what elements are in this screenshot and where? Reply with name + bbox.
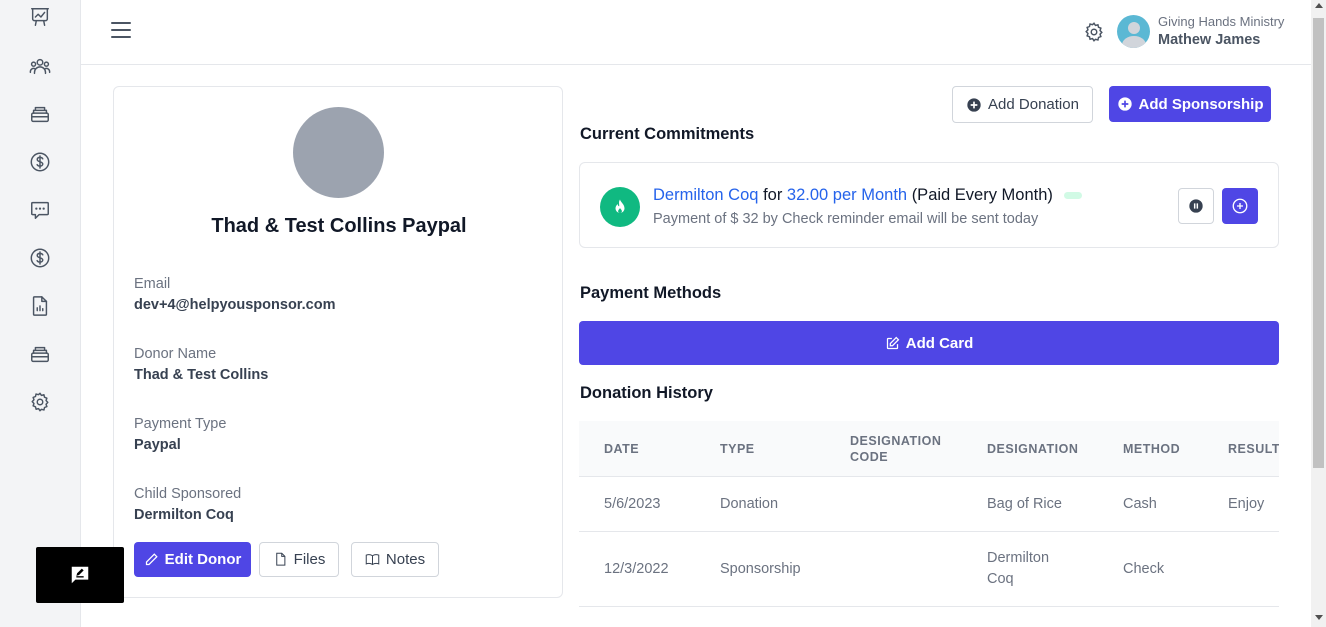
status-badge: [1063, 192, 1082, 200]
column-header-method: METHOD: [1123, 442, 1181, 456]
dollar-circle-icon[interactable]: [28, 150, 52, 174]
column-header-result: RESULT: [1228, 442, 1279, 456]
notes-label: Notes: [385, 551, 426, 568]
add-sponsorship-label: Add Sponsorship: [1138, 95, 1264, 113]
cell-type: Sponsorship: [720, 561, 801, 577]
cell-designation: Bag of Rice: [987, 496, 1062, 512]
edit-donor-button[interactable]: Edit Donor: [134, 542, 251, 577]
column-header-designation: DESIGNATION: [987, 442, 1079, 456]
scroll-up-arrow-icon[interactable]: [1315, 3, 1323, 8]
current-commitments-heading: Current Commitments: [580, 125, 755, 143]
settings-gear-icon[interactable]: [1083, 21, 1105, 43]
cell-method: Cash: [1123, 496, 1157, 512]
files-button[interactable]: Files: [259, 542, 339, 577]
donor-name-value: Thad & Test Collins: [134, 367, 269, 383]
organization-name: Giving Hands Ministry: [1158, 14, 1285, 29]
commitment-summary: Dermilton Coq for 32.00 per Month (Paid …: [653, 186, 1082, 205]
page-scrollbar[interactable]: [1311, 0, 1326, 627]
payment-type-value: Paypal: [134, 437, 181, 453]
donor-name-label: Donor Name: [134, 346, 217, 362]
donation-history-table: DATE TYPE DESIGNATION CODE DESIGNATION M…: [579, 421, 1279, 627]
fire-icon: [600, 187, 640, 227]
users-group-icon[interactable]: [28, 54, 52, 78]
cell-designation: Dermilton Coq: [987, 550, 1050, 587]
chat-bubble-icon[interactable]: [28, 198, 52, 222]
pause-icon: [1189, 199, 1203, 213]
edit-square-icon: [886, 336, 900, 349]
notes-button[interactable]: Notes: [351, 542, 439, 577]
table-row[interactable]: 5/6/2023 Donation Bag of Rice Cash Enjoy: [579, 477, 1279, 532]
book-open-icon: [365, 554, 380, 566]
archive-box-icon[interactable]: [28, 102, 52, 126]
scroll-down-arrow-icon[interactable]: [1315, 615, 1323, 620]
top-header: Giving Hands Ministry Mathew James: [81, 0, 1311, 65]
document-icon: [275, 552, 286, 566]
commitment-for-text: for: [763, 186, 783, 204]
files-label: Files: [293, 551, 326, 568]
email-label: Email: [134, 276, 171, 292]
user-avatar[interactable]: [1117, 15, 1150, 48]
donation-history-heading: Donation History: [580, 384, 713, 402]
cell-date: 5/6/2023: [604, 496, 661, 512]
payment-type-label: Payment Type: [134, 416, 227, 432]
email-value: dev+4@helpyousponsor.com: [134, 297, 336, 313]
table-header: DATE TYPE DESIGNATION CODE DESIGNATION M…: [579, 421, 1279, 477]
child-sponsored-value: Dermilton Coq: [134, 507, 234, 523]
add-card-label: Add Card: [905, 334, 974, 352]
plus-circle-icon: [1117, 97, 1132, 111]
add-sponsorship-button[interactable]: Add Sponsorship: [1109, 86, 1271, 122]
commitment-amount: 32.00 per Month: [786, 186, 908, 204]
child-sponsored-label: Child Sponsored: [134, 486, 242, 502]
feedback-chat-button[interactable]: [36, 547, 124, 603]
table-row[interactable]: 12/3/2022 Sponsorship Dermilton Coq Chec…: [579, 532, 1279, 607]
archive-box-icon[interactable]: [28, 342, 52, 366]
add-card-button[interactable]: Add Card: [579, 321, 1279, 365]
plus-circle-icon: [967, 97, 981, 112]
column-header-designation-code: DESIGNATION CODE: [850, 434, 942, 464]
column-header-date: DATE: [604, 442, 640, 456]
commitment-subtext: Payment of $ 32 by Check reminder email …: [653, 211, 1039, 227]
cell-result: Enjoy: [1228, 496, 1265, 512]
gear-icon[interactable]: [28, 390, 52, 414]
chat-edit-icon: [71, 566, 89, 584]
commitment-frequency: (Paid Every Month): [911, 186, 1053, 204]
cell-method: Check: [1123, 561, 1165, 577]
sidebar: [0, 0, 81, 627]
column-header-type: TYPE: [720, 442, 755, 456]
sponsored-child-link[interactable]: Dermilton Coq: [653, 186, 758, 204]
donor-avatar: [293, 107, 384, 198]
cell-date: 12/3/2022: [604, 561, 669, 577]
edit-donor-label: Edit Donor: [164, 551, 242, 568]
dollar-circle-icon[interactable]: [28, 246, 52, 270]
pause-commitment-button[interactable]: [1178, 188, 1214, 224]
plus-circle-icon: [1232, 198, 1248, 214]
add-donation-label: Add Donation: [988, 96, 1079, 113]
cell-type: Donation: [720, 496, 779, 512]
add-commitment-button[interactable]: [1222, 188, 1258, 224]
document-report-icon[interactable]: [28, 294, 52, 318]
add-donation-button[interactable]: Add Donation: [952, 86, 1093, 123]
hamburger-menu-icon[interactable]: [111, 22, 131, 40]
commitment-card: Dermilton Coq for 32.00 per Month (Paid …: [579, 162, 1279, 248]
payment-methods-heading: Payment Methods: [580, 284, 722, 302]
presentation-chart-icon[interactable]: [28, 5, 52, 29]
donor-profile-card: Thad & Test Collins Paypal Email dev+4@h…: [113, 86, 563, 598]
scroll-thumb[interactable]: [1313, 18, 1324, 468]
donor-name-heading: Thad & Test Collins Paypal: [211, 215, 467, 237]
user-name[interactable]: Mathew James: [1158, 32, 1260, 48]
pencil-icon: [145, 553, 158, 566]
